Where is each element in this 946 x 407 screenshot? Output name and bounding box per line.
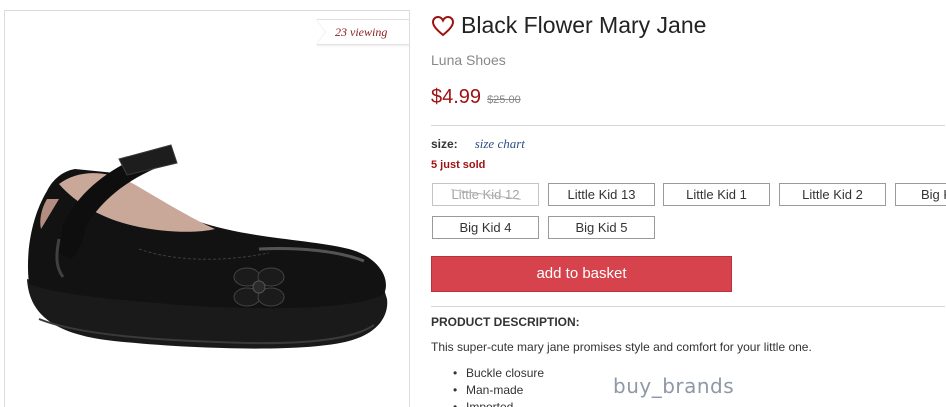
heart-outline-icon[interactable] — [431, 15, 455, 37]
product-image[interactable] — [19, 129, 389, 364]
list-item: Man-made — [453, 382, 544, 399]
original-price: $25.00 — [487, 94, 521, 106]
size-row: size: size chart — [431, 136, 525, 152]
size-label: size: — [431, 137, 458, 151]
divider — [431, 125, 945, 126]
size-option-little-kid-12[interactable]: Little Kid 12 — [432, 183, 539, 206]
list-item: Buckle closure — [453, 365, 544, 382]
price-row: $4.99 $25.00 — [431, 86, 521, 109]
size-option-big-kid-3[interactable]: Big Kid 3 — [895, 183, 946, 206]
divider — [431, 306, 945, 307]
product-title: Black Flower Mary Jane — [461, 12, 707, 38]
brand-name[interactable]: Luna Shoes — [431, 52, 506, 68]
size-option-big-kid-4[interactable]: Big Kid 4 — [432, 216, 539, 239]
title-row: Black Flower Mary Jane — [431, 12, 706, 39]
description-heading: PRODUCT DESCRIPTION: — [431, 315, 580, 329]
sold-count-note: 5 just sold — [431, 159, 486, 171]
size-option-big-kid-5[interactable]: Big Kid 5 — [548, 216, 655, 239]
size-option-little-kid-1[interactable]: Little Kid 1 — [663, 183, 770, 206]
viewing-count: 23 viewing — [335, 25, 388, 39]
size-option-little-kid-2[interactable]: Little Kid 2 — [779, 183, 886, 206]
viewing-badge: 23 viewing — [316, 19, 409, 45]
sale-price: $4.99 — [431, 86, 482, 108]
size-option-little-kid-13[interactable]: Little Kid 13 — [548, 183, 655, 206]
add-to-basket-button[interactable]: add to basket — [431, 256, 732, 292]
feature-list: Buckle closure Man-made Imported — [453, 365, 544, 407]
product-image-panel: 23 viewing — [4, 10, 410, 407]
list-item: Imported — [453, 399, 544, 407]
watermark: buy_brands — [613, 374, 735, 398]
size-chart-link[interactable]: size chart — [475, 136, 525, 152]
description-text: This super-cute mary jane promises style… — [431, 340, 812, 354]
product-details: Black Flower Mary Jane Luna Shoes $4.99 … — [431, 0, 946, 407]
